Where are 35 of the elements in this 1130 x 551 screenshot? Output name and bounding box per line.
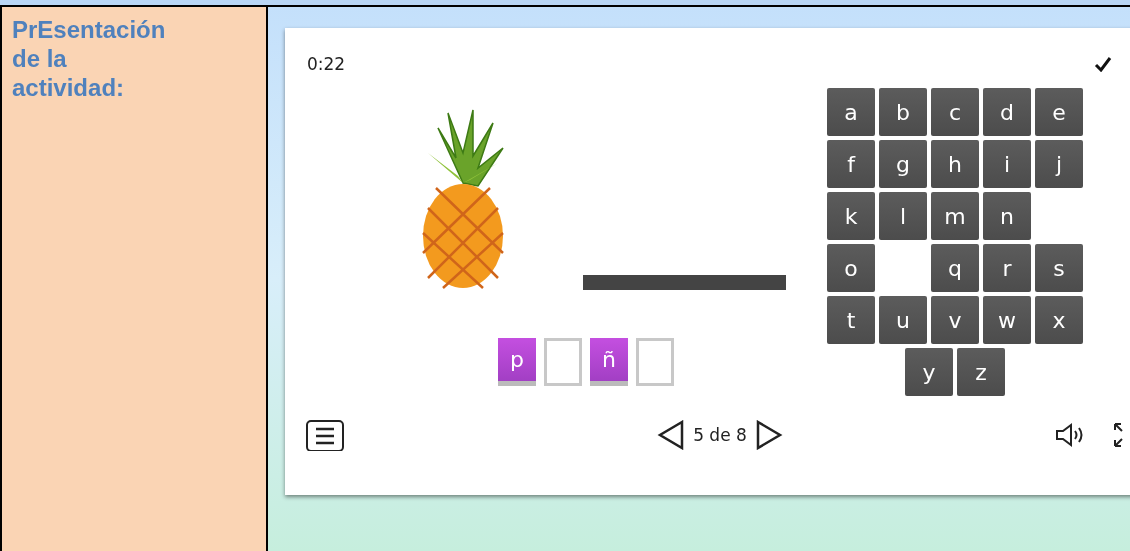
letter-key[interactable]: x (1035, 296, 1083, 344)
letter-key[interactable]: j (1035, 140, 1083, 188)
menu-icon[interactable] (305, 419, 345, 451)
previous-icon[interactable] (657, 420, 686, 450)
next-icon[interactable] (754, 420, 783, 450)
letter-key[interactable]: s (1035, 244, 1083, 292)
letter-key[interactable]: d (983, 88, 1031, 136)
letter-tile: ñ (590, 338, 628, 386)
letter-key[interactable]: f (827, 140, 875, 188)
check-icon (1094, 56, 1112, 72)
letter-key[interactable]: e (1035, 88, 1083, 136)
speaker-icon[interactable] (1055, 423, 1085, 447)
letter-key[interactable]: b (879, 88, 927, 136)
page-counter: 5 de 8 (693, 425, 747, 445)
letter-key[interactable]: h (931, 140, 979, 188)
letter-key[interactable]: n (983, 192, 1031, 240)
letter-key[interactable]: v (931, 296, 979, 344)
letter-key[interactable]: o (827, 244, 875, 292)
letter-key[interactable]: t (827, 296, 875, 344)
sidebar-title: PrEsentación de la actividad: (12, 15, 167, 102)
letter-key[interactable]: y (905, 348, 953, 396)
letter-key[interactable]: z (957, 348, 1005, 396)
letter-key[interactable]: i (983, 140, 1031, 188)
letter-key[interactable]: q (931, 244, 979, 292)
letter-key[interactable]: r (983, 244, 1031, 292)
letter-key[interactable]: w (983, 296, 1031, 344)
letter-key[interactable]: l (879, 192, 927, 240)
letter-key[interactable]: c (931, 88, 979, 136)
letter-key[interactable]: u (879, 296, 927, 344)
letter-key[interactable]: a (827, 88, 875, 136)
letter-tile: p (498, 338, 536, 386)
letter-key[interactable]: g (879, 140, 927, 188)
letter-key[interactable]: m (931, 192, 979, 240)
letter-key[interactable]: k (827, 192, 875, 240)
timer: 0:22 (307, 54, 346, 74)
